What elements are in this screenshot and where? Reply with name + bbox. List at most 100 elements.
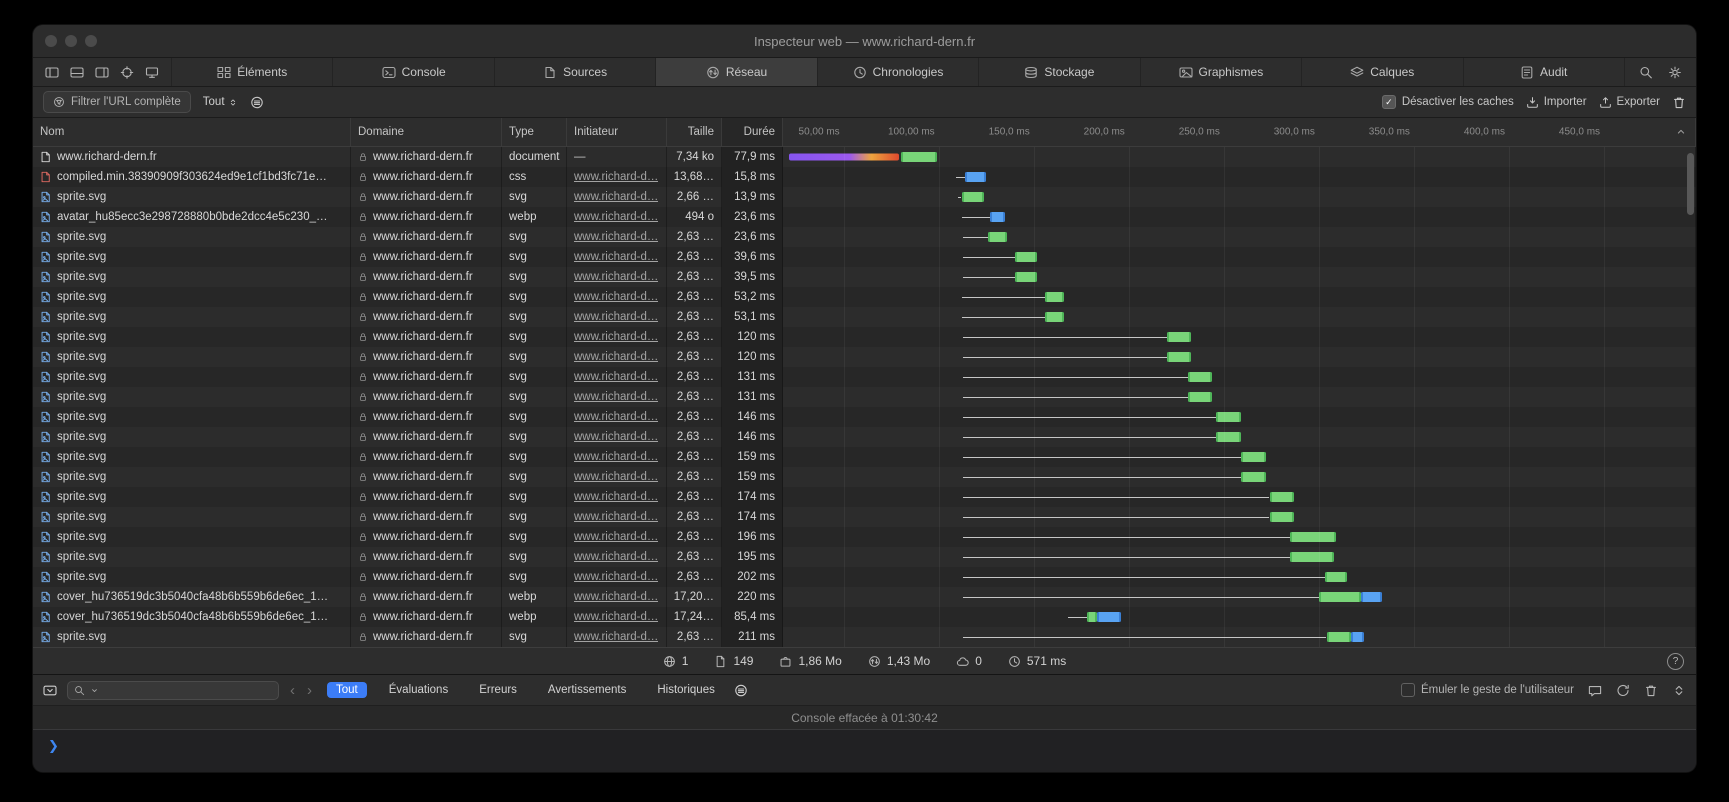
table-row[interactable]: sprite.svgwww.richard-dern.frsvgwww.rich… [33, 327, 1696, 347]
initiator-link[interactable]: www.richard-d… [574, 611, 658, 623]
initiator-link[interactable]: www.richard-d… [574, 371, 658, 383]
tab-audit[interactable]: Audit [1463, 58, 1624, 86]
import-button[interactable]: Importer [1526, 96, 1587, 109]
tab-sources[interactable]: Sources [494, 58, 655, 86]
tab-network[interactable]: Réseau [655, 58, 816, 86]
initiator-link[interactable]: www.richard-d… [574, 391, 658, 403]
table-row[interactable]: sprite.svgwww.richard-dern.frsvgwww.rich… [33, 267, 1696, 287]
console-prompt[interactable]: ❯ [33, 729, 1696, 772]
console-filter-évaluations[interactable]: Évaluations [380, 682, 457, 698]
history-forward-icon[interactable]: › [306, 683, 313, 698]
column-header-size[interactable]: Taille [667, 118, 722, 146]
close-button[interactable] [45, 35, 57, 47]
table-row[interactable]: sprite.svgwww.richard-dern.frsvgwww.rich… [33, 547, 1696, 567]
initiator-link[interactable]: www.richard-d… [574, 571, 658, 583]
clear-console-icon[interactable] [1644, 684, 1658, 697]
export-button[interactable]: Exporter [1599, 96, 1660, 109]
console-scope-icon[interactable] [43, 684, 57, 697]
initiator-link[interactable]: www.richard-d… [574, 331, 658, 343]
table-row[interactable]: sprite.svgwww.richard-dern.frsvgwww.rich… [33, 247, 1696, 267]
initiator-link[interactable]: www.richard-d… [574, 231, 658, 243]
minimize-button[interactable] [65, 35, 77, 47]
preserve-log-icon[interactable] [1616, 684, 1630, 697]
url-filter-field[interactable]: Filtrer l'URL complète [43, 91, 191, 113]
table-row[interactable]: www.richard-dern.frwww.richard-dern.frdo… [33, 147, 1696, 167]
table-row[interactable]: sprite.svgwww.richard-dern.frsvgwww.rich… [33, 527, 1696, 547]
tab-graphics[interactable]: Graphismes [1140, 58, 1301, 86]
initiator-link[interactable]: www.richard-d… [574, 491, 658, 503]
tab-storage[interactable]: Stockage [978, 58, 1139, 86]
column-header-initiator[interactable]: Initiateur [567, 118, 667, 146]
table-row[interactable]: cover_hu736519dc3b5040cfa48b6b559b6de6ec… [33, 587, 1696, 607]
resize-console-icon[interactable] [1672, 684, 1686, 697]
console-filter-tout[interactable]: Tout [327, 682, 367, 698]
console-search-field[interactable] [67, 681, 279, 700]
initiator-link[interactable]: www.richard-d… [574, 211, 658, 223]
table-row[interactable]: sprite.svgwww.richard-dern.frsvgwww.rich… [33, 427, 1696, 447]
table-row[interactable]: sprite.svgwww.richard-dern.frsvgwww.rich… [33, 487, 1696, 507]
console-filter-erreurs[interactable]: Erreurs [470, 682, 526, 698]
table-row[interactable]: sprite.svgwww.richard-dern.frsvgwww.rich… [33, 567, 1696, 587]
table-row[interactable]: sprite.svgwww.richard-dern.frsvgwww.rich… [33, 287, 1696, 307]
column-header-type[interactable]: Type [502, 118, 567, 146]
initiator-link[interactable]: www.richard-d… [574, 431, 658, 443]
dock-bottom-icon[interactable] [70, 66, 84, 79]
console-filter-avertissements[interactable]: Avertissements [539, 682, 635, 698]
initiator-link[interactable]: www.richard-d… [574, 191, 658, 203]
initiator-link[interactable]: www.richard-d… [574, 311, 658, 323]
initiator-link[interactable]: www.richard-d… [574, 631, 658, 643]
table-row[interactable]: sprite.svgwww.richard-dern.frsvgwww.rich… [33, 347, 1696, 367]
filter-options-icon[interactable] [250, 96, 264, 109]
tab-console[interactable]: Console [332, 58, 493, 86]
initiator-link[interactable]: www.richard-d… [574, 271, 658, 283]
initiator-link[interactable]: www.richard-d… [574, 451, 658, 463]
initiator-link[interactable]: www.richard-d… [574, 171, 658, 183]
console-filter-historiques[interactable]: Historiques [648, 682, 724, 698]
emulate-user-gesture-checkbox[interactable]: Émuler le geste de l'utilisateur [1401, 683, 1574, 697]
initiator-link[interactable]: www.richard-d… [574, 351, 658, 363]
initiator-link[interactable]: www.richard-d… [574, 531, 658, 543]
disable-caches-checkbox[interactable]: ✓ Désactiver les caches [1382, 95, 1514, 109]
initiator-link[interactable]: www.richard-d… [574, 291, 658, 303]
console-messages-icon[interactable] [1588, 684, 1602, 697]
console-search-input[interactable] [104, 683, 272, 697]
tab-elements[interactable]: Éléments [171, 58, 332, 86]
column-header-name[interactable]: Nom [33, 118, 351, 146]
table-row[interactable]: sprite.svgwww.richard-dern.frsvgwww.rich… [33, 627, 1696, 647]
table-row[interactable]: sprite.svgwww.richard-dern.frsvgwww.rich… [33, 387, 1696, 407]
table-row[interactable]: sprite.svgwww.richard-dern.frsvgwww.rich… [33, 307, 1696, 327]
table-row[interactable]: sprite.svgwww.richard-dern.frsvgwww.rich… [33, 187, 1696, 207]
table-row[interactable]: cover_hu736519dc3b5040cfa48b6b559b6de6ec… [33, 607, 1696, 627]
dock-right-icon[interactable] [95, 66, 109, 79]
resource-type-select[interactable]: Tout [203, 96, 238, 108]
help-icon[interactable]: ? [1667, 653, 1684, 670]
tab-layers[interactable]: Calques [1301, 58, 1462, 86]
table-row[interactable]: sprite.svgwww.richard-dern.frsvgwww.rich… [33, 407, 1696, 427]
initiator-link[interactable]: www.richard-d… [574, 471, 658, 483]
device-icon[interactable] [145, 66, 159, 79]
table-row[interactable]: sprite.svgwww.richard-dern.frsvgwww.rich… [33, 227, 1696, 247]
history-back-icon[interactable]: ‹ [289, 683, 296, 698]
initiator-link[interactable]: www.richard-d… [574, 411, 658, 423]
zoom-button[interactable] [85, 35, 97, 47]
clear-network-items-icon[interactable] [1672, 96, 1686, 109]
vertical-scrollbar-thumb[interactable] [1687, 153, 1694, 215]
column-header-duration[interactable]: Durée [722, 118, 783, 146]
collapse-chevron-icon[interactable] [1674, 125, 1688, 138]
table-row[interactable]: sprite.svgwww.richard-dern.frsvgwww.rich… [33, 367, 1696, 387]
table-row[interactable]: sprite.svgwww.richard-dern.frsvgwww.rich… [33, 447, 1696, 467]
column-header-domain[interactable]: Domaine [351, 118, 502, 146]
tab-timelines[interactable]: Chronologies [817, 58, 978, 86]
dock-left-icon[interactable] [45, 66, 59, 79]
console-options-icon[interactable] [734, 684, 748, 697]
table-row[interactable]: sprite.svgwww.richard-dern.frsvgwww.rich… [33, 467, 1696, 487]
initiator-link[interactable]: www.richard-d… [574, 551, 658, 563]
table-row[interactable]: compiled.min.38390909f303624ed9e1cf1bd3f… [33, 167, 1696, 187]
table-row[interactable]: avatar_hu85ecc3e298728880b0bde2dcc4e5c23… [33, 207, 1696, 227]
initiator-link[interactable]: www.richard-d… [574, 251, 658, 263]
inspect-element-icon[interactable] [120, 66, 134, 79]
settings-gear-icon[interactable] [1668, 66, 1682, 79]
search-icon[interactable] [1639, 66, 1653, 79]
initiator-link[interactable]: www.richard-d… [574, 511, 658, 523]
initiator-link[interactable]: www.richard-d… [574, 591, 658, 603]
